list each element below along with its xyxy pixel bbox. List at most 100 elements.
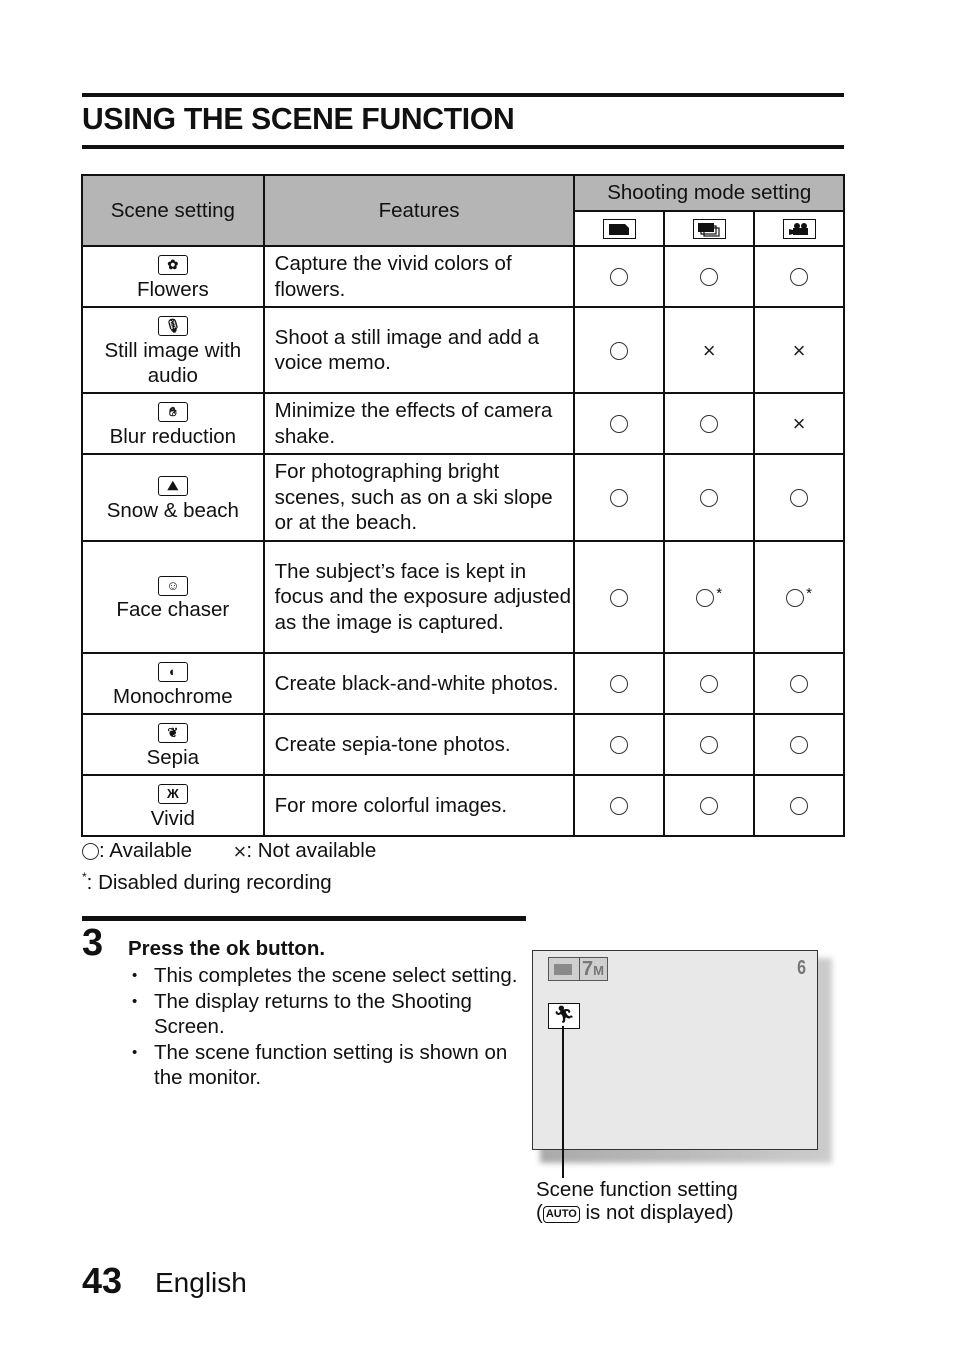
feature-cell: Create black-and-white photos. — [262, 652, 576, 715]
header-scene-setting: Scene setting — [81, 174, 265, 247]
page-title: USING THE SCENE FUNCTION — [82, 101, 515, 136]
face-icon: ☺ — [157, 575, 188, 596]
scene-name-cell: ☺ Face chaser — [81, 540, 265, 654]
scene-name-cell: ❦ Sepia — [81, 713, 265, 776]
page-language: English — [155, 1267, 247, 1298]
caption-line2: is not displayed) — [579, 1201, 734, 1224]
mountain-palm-icon: ⛰︎ — [157, 476, 188, 497]
header-mode-video — [753, 210, 845, 247]
caption-paren: ( — [536, 1201, 543, 1224]
scene-name: Vivid — [150, 806, 195, 830]
mode-availability-cell — [663, 245, 756, 308]
resolution-unit: M — [593, 963, 604, 978]
mode-availability-cell — [573, 306, 666, 394]
mode-availability-cell: * — [753, 540, 845, 654]
feature-cell: Minimize the effects of camera shake. — [262, 392, 576, 455]
camera-monitor: 7M 6 🏃︎ — [532, 950, 818, 1150]
section-rule — [82, 916, 526, 921]
bullet-item: The display returns to the Shooting Scre… — [130, 989, 520, 1040]
mode-availability-cell: × — [663, 306, 756, 394]
mode-availability-cell — [753, 245, 845, 308]
scene-name-cell: ⛰︎ Snow & beach — [81, 453, 265, 542]
mode-availability-cell: × — [753, 392, 845, 455]
leaf-icon: ❦ — [157, 723, 188, 744]
table-row: ⛰︎ Snow & beach For photographing bright… — [81, 453, 845, 542]
table-row: ✿ Flowers Capture the vivid colors of fl… — [81, 245, 845, 308]
scene-name-cell: ✋︎ Blur reduction — [81, 392, 265, 455]
table-row: ✋︎ Blur reduction Minimize the effects o… — [81, 392, 845, 455]
feature-cell: The subject’s face is kept in focus and … — [262, 540, 576, 654]
callout-line — [562, 1026, 564, 1178]
title-bottom-rule — [82, 145, 844, 149]
monitor-caption: Scene function setting (AUTO is not disp… — [536, 1178, 738, 1224]
table-row: ❦ Sepia Create sepia-tone photos. — [81, 713, 845, 776]
feature-cell: Create sepia-tone photos. — [262, 713, 576, 776]
disabled-recording-star: * — [716, 585, 723, 602]
available-mark-icon — [610, 588, 629, 607]
mode-availability-cell — [753, 713, 845, 776]
mode-availability-cell: * — [663, 540, 756, 654]
feature-cell: For more colorful images. — [262, 774, 576, 837]
resolution-value: 7 — [582, 958, 594, 980]
available-mark-icon — [610, 675, 629, 694]
not-available-mark-icon: × — [702, 337, 716, 363]
mode-availability-cell — [573, 652, 666, 715]
scene-name-cell: ◐ Monochrome — [81, 652, 265, 715]
mode-availability-cell — [573, 540, 666, 654]
still-camera-icon — [549, 958, 580, 980]
auto-icon: AUTO — [542, 1206, 580, 1223]
hand-shake-icon: ✋︎ — [157, 402, 188, 423]
mode-availability-cell — [753, 774, 845, 837]
mode-availability-cell — [663, 453, 756, 542]
image-size-badge: 7M — [548, 957, 608, 981]
mode-availability-cell — [663, 774, 756, 837]
available-mark-icon — [700, 736, 719, 755]
available-mark-icon — [700, 675, 719, 694]
mode-availability-cell — [663, 713, 756, 776]
available-mark-icon — [700, 797, 719, 816]
available-mark-icon — [700, 489, 719, 508]
half-circle-icon: ◐ — [157, 662, 188, 683]
feature-cell: Capture the vivid colors of flowers. — [262, 245, 576, 308]
header-mode-sequential — [663, 210, 756, 247]
available-mark-icon — [610, 797, 629, 816]
mode-availability-cell — [573, 392, 666, 455]
available-mark-icon — [700, 268, 719, 287]
available-mark-icon — [790, 797, 809, 816]
butterfly-icon: Ж — [157, 784, 188, 805]
scene-name: Snow & beach — [106, 498, 239, 522]
scene-name: Blur reduction — [109, 424, 237, 448]
available-mark-icon — [790, 675, 809, 694]
bullet-item: This completes the scene select setting. — [130, 963, 520, 989]
legend-not-available: : Not available — [246, 839, 377, 862]
scene-name: Flowers — [136, 277, 209, 301]
header-shooting-mode: Shooting mode setting — [573, 174, 845, 212]
scene-name: Monochrome — [113, 684, 233, 708]
sequential-shot-icon — [692, 219, 726, 240]
mode-availability-cell — [573, 453, 666, 542]
step-title: Press the ok button. — [128, 937, 326, 960]
caption-line1: Scene function setting — [536, 1178, 738, 1201]
flower-icon: ✿ — [157, 255, 188, 276]
disabled-recording-star: * — [806, 585, 812, 602]
mode-availability-cell: × — [753, 306, 845, 394]
mode-availability-cell — [663, 652, 756, 715]
available-mark-icon — [700, 415, 719, 434]
legend-available: : Available — [99, 839, 193, 862]
microphone-image-icon: 🎙︎ — [157, 316, 188, 337]
scene-name-cell: ✿ Flowers — [81, 245, 265, 308]
not-available-mark-icon: × — [792, 337, 806, 363]
available-mark-icon — [790, 268, 809, 287]
legend-disabled: : Disabled during recording — [86, 870, 332, 894]
table-row: ◐ Monochrome Create black-and-white phot… — [81, 652, 845, 715]
table-row: ☺ Face chaser The subject’s face is kept… — [81, 540, 845, 654]
available-mark-icon — [790, 736, 809, 755]
mode-availability-cell — [573, 245, 666, 308]
not-available-symbol-icon: × — [233, 838, 247, 864]
available-mark-icon — [610, 341, 629, 360]
not-available-mark-icon: × — [792, 411, 806, 437]
bullet-item: The scene function setting is shown on t… — [130, 1040, 520, 1091]
table-row: Ж Vivid For more colorful images. — [81, 774, 845, 837]
scene-name-cell: 🎙︎ Still image with audio — [81, 306, 265, 394]
step-number: 3 — [82, 922, 104, 964]
